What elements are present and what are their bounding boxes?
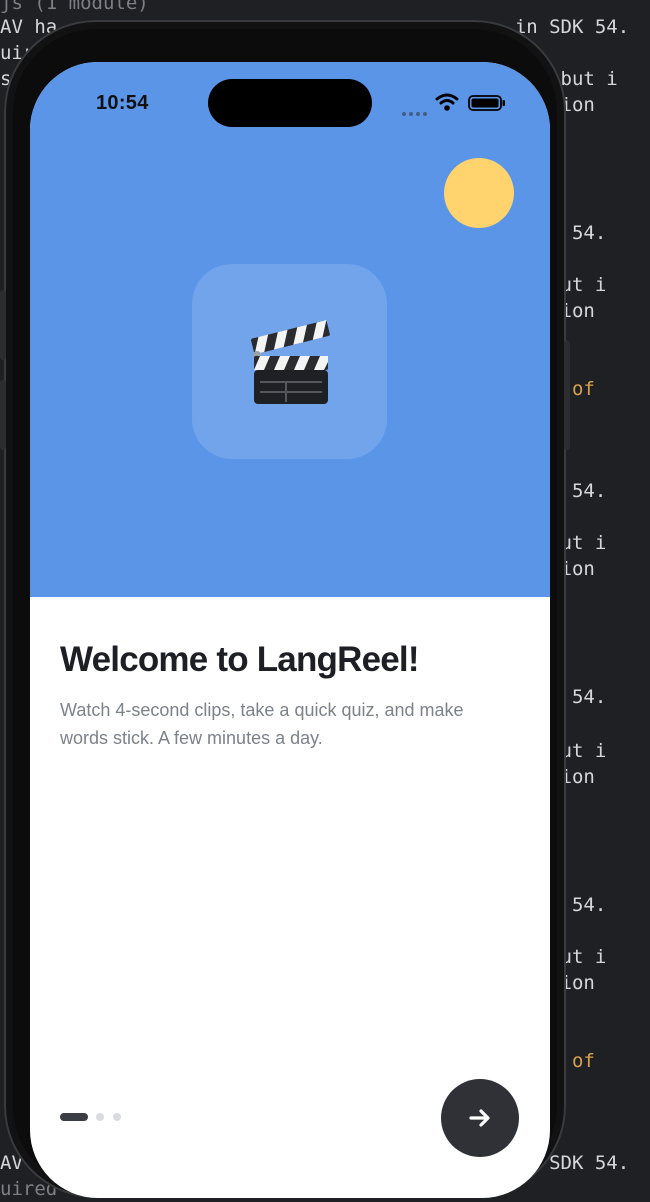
power-button bbox=[564, 340, 570, 450]
status-time: 10:54 bbox=[96, 92, 149, 114]
dynamic-island bbox=[208, 79, 372, 127]
battery-icon bbox=[468, 95, 505, 111]
wifi-icon bbox=[435, 93, 459, 111]
page-dot-active bbox=[60, 1113, 88, 1121]
page-title: Welcome to LangReel! bbox=[60, 640, 420, 679]
status-icons bbox=[402, 92, 512, 116]
phone-frame: 10:54 Welcome to LangReel! Watch 4-secon… bbox=[0, 20, 570, 1198]
app-screen: 10:54 Welcome to LangReel! Watch 4-secon… bbox=[30, 62, 550, 1198]
clapperboard-tile bbox=[192, 264, 387, 459]
cellular-icon bbox=[402, 103, 430, 121]
clapperboard-icon bbox=[251, 320, 330, 404]
next-button[interactable] bbox=[441, 1079, 519, 1157]
page-description: Watch 4-second clips, take a quick quiz,… bbox=[60, 700, 464, 748]
hero-banner bbox=[30, 62, 550, 597]
page-dot bbox=[113, 1113, 121, 1121]
page-dot bbox=[96, 1113, 104, 1121]
decorative-sun-circle bbox=[444, 158, 514, 228]
arrow-right-icon bbox=[469, 1109, 490, 1127]
side-button bbox=[0, 380, 6, 450]
side-button bbox=[0, 290, 6, 360]
